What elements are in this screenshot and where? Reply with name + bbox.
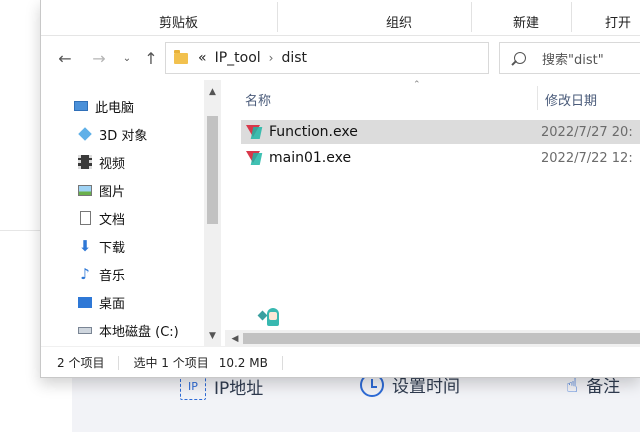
file-explorer-window: 剪贴板 组织 新建 打开 ← → ⌄ ↑ « IP_tool › dist ⌄ … — [40, 0, 640, 378]
column-divider[interactable] — [537, 86, 538, 110]
recent-locations-button[interactable]: ⌄ — [115, 46, 139, 70]
ribbon-group-organize[interactable]: 组织 — [386, 12, 412, 31]
search-box[interactable]: 搜索"dist" — [499, 42, 640, 74]
file-modified: 2022/7/22 12: — [541, 150, 633, 166]
search-placeholder: 搜索"dist" — [542, 52, 604, 68]
ribbon-group-new[interactable]: 新建 — [513, 12, 539, 31]
download-icon: ⬇ — [78, 237, 92, 255]
exe-icon — [245, 124, 263, 140]
selection-count: 选中 1 个项目 — [133, 356, 209, 370]
picture-icon — [77, 182, 93, 198]
sidebar-item-label: 此电脑 — [95, 100, 135, 116]
drive-icon — [77, 322, 93, 338]
horizontal-scrollbar[interactable]: ◀ — [225, 330, 640, 347]
sidebar-scrollbar[interactable]: ▲ ▼ — [204, 80, 221, 346]
bg-divider — [0, 230, 42, 231]
navigation-bar: ← → ⌄ ↑ « IP_tool › dist ⌄ ↻ 搜索"dist" — [41, 36, 640, 80]
status-bar: 2 个项目 选中 1 个项目 10.2 MB — [41, 346, 640, 377]
breadcrumb-overflow[interactable]: « — [198, 50, 207, 66]
sidebar-item-label: 文档 — [99, 212, 126, 228]
sort-chevron-icon: ⌃ — [413, 80, 421, 90]
sidebar-item-3d-objects[interactable]: 3D 对象 — [77, 122, 147, 146]
item-count: 2 个项目 — [57, 356, 105, 370]
breadcrumb-dist[interactable]: dist — [281, 50, 307, 66]
arrow-right-icon: → — [92, 48, 106, 68]
horizontal-scroll-thumb[interactable] — [243, 333, 640, 344]
music-icon: ♪ — [80, 265, 90, 283]
cube-icon — [77, 126, 93, 142]
forward-button[interactable]: → — [87, 46, 111, 70]
sidebar-scroll-thumb[interactable] — [207, 116, 218, 224]
navigation-pane: 此电脑 3D 对象 视频 图片 文档 ⬇ 下载 ♪ 音乐 桌面 本地磁盘 (C:… — [41, 80, 225, 346]
address-bar[interactable]: « IP_tool › dist ⌄ ↻ — [165, 42, 619, 74]
file-name: main01.exe — [269, 150, 352, 166]
ribbon-separator — [277, 2, 278, 32]
scroll-up-arrow-icon[interactable]: ▲ — [204, 84, 221, 100]
scroll-left-arrow-icon[interactable]: ◀ — [227, 330, 243, 347]
sidebar-item-documents[interactable]: 文档 — [77, 206, 125, 230]
search-icon — [514, 52, 526, 64]
sidebar-item-label: 音乐 — [99, 268, 126, 284]
exe-icon — [245, 150, 263, 166]
scroll-down-arrow-icon[interactable]: ▼ — [204, 328, 221, 344]
pc-icon — [73, 98, 89, 114]
ribbon-group-open[interactable]: 打开 — [605, 12, 631, 31]
back-button[interactable]: ← — [53, 46, 77, 70]
video-icon — [77, 154, 93, 170]
sidebar-item-label: 桌面 — [99, 296, 126, 312]
up-button[interactable]: ↑ — [139, 46, 163, 70]
status-separator — [281, 355, 283, 370]
sidebar-item-this-pc[interactable]: 此电脑 — [73, 94, 134, 118]
chevron-right-icon[interactable]: › — [269, 51, 274, 65]
ribbon: 剪贴板 组织 新建 打开 — [41, 0, 640, 36]
arrow-left-icon: ← — [58, 48, 72, 68]
desktop-icon — [77, 294, 93, 310]
file-row[interactable]: main01.exe 2022/7/22 12: — [241, 146, 640, 170]
sidebar-item-label: 视频 — [99, 156, 126, 172]
sidebar-item-label: 图片 — [99, 184, 126, 200]
sidebar-item-label: 本地磁盘 (C:) — [99, 324, 179, 340]
sidebar-item-label: 3D 对象 — [99, 128, 148, 144]
mascot-sticker — [257, 306, 283, 330]
breadcrumb-ip-tool[interactable]: IP_tool — [215, 50, 261, 66]
document-icon — [77, 210, 93, 226]
arrow-up-icon: ↑ — [144, 48, 158, 68]
sidebar-item-desktop[interactable]: 桌面 — [77, 290, 125, 314]
file-list: 名称 修改日期 ⌃ Function.exe 2022/7/27 20: mai… — [225, 80, 640, 347]
folder-icon — [174, 49, 188, 64]
column-header-name[interactable]: 名称 — [245, 90, 271, 109]
sidebar-item-pictures[interactable]: 图片 — [77, 178, 125, 202]
file-modified: 2022/7/27 20: — [541, 124, 633, 140]
file-name: Function.exe — [269, 124, 358, 140]
sidebar-item-videos[interactable]: 视频 — [77, 150, 125, 174]
ribbon-separator — [471, 2, 472, 32]
sidebar-item-label: 下载 — [99, 240, 126, 256]
sidebar-item-local-disk-c[interactable]: 本地磁盘 (C:) — [77, 318, 179, 342]
sidebar-item-music[interactable]: ♪ 音乐 — [77, 262, 125, 286]
ribbon-group-clipboard[interactable]: 剪贴板 — [159, 12, 198, 31]
chevron-down-icon: ⌄ — [122, 52, 132, 64]
selection-size: 10.2 MB — [218, 355, 268, 370]
column-header-modified[interactable]: 修改日期 — [545, 90, 597, 109]
ribbon-separator — [571, 2, 572, 32]
status-separator — [118, 355, 120, 370]
sidebar-item-downloads[interactable]: ⬇ 下载 — [77, 234, 125, 258]
file-row[interactable]: Function.exe 2022/7/27 20: — [241, 120, 640, 144]
